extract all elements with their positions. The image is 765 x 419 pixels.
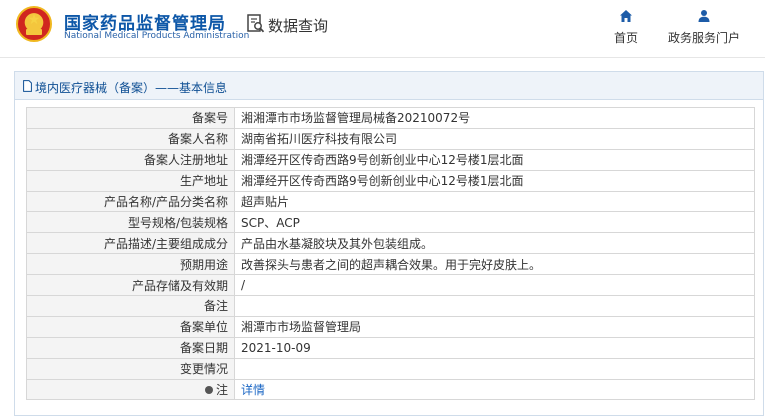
data-query-title: 数据查询 bbox=[268, 17, 329, 35]
note-pin-icon bbox=[204, 385, 213, 394]
field-label-production-address: 生产地址 bbox=[26, 169, 235, 192]
field-label-intended-use: 预期用途 bbox=[26, 253, 235, 276]
field-label-description: 产品描述/主要组成成分 bbox=[26, 232, 235, 255]
field-value-filing-authority: 湘潭市市场监督管理局 bbox=[234, 315, 755, 338]
field-value-record-no: 湘湘潭市市场监督管理局械备20210072号 bbox=[234, 107, 755, 129]
nav-gov-service-label: 政务服务门户 bbox=[667, 31, 740, 45]
site-title-en: National Medical Products Administration bbox=[64, 31, 250, 41]
document-icon bbox=[23, 80, 32, 92]
field-label-storage-validity: 产品存储及有效期 bbox=[26, 274, 235, 297]
table-row: 备案号 湘湘潭市市场监督管理局械备20210072号 bbox=[26, 107, 755, 129]
field-value-filer-name: 湖南省拓川医疗科技有限公司 bbox=[234, 127, 755, 150]
nav-gov-service-link[interactable]: 政务服务门户 bbox=[664, 8, 744, 46]
table-row: 备注 bbox=[26, 295, 755, 317]
field-value-filing-date: 2021-10-09 bbox=[234, 336, 755, 359]
field-label-record-no: 备案号 bbox=[26, 107, 235, 129]
table-row: 备案单位 湘潭市市场监督管理局 bbox=[26, 315, 755, 338]
field-label-change-status: 变更情况 bbox=[26, 357, 235, 380]
table-row: 变更情况 bbox=[26, 357, 755, 380]
field-label-remarks: 备注 bbox=[26, 295, 235, 317]
field-value-change-status bbox=[234, 357, 755, 380]
data-query-icon bbox=[247, 14, 265, 33]
field-value-product-name: 超声贴片 bbox=[234, 190, 755, 213]
table-row: 注 详情 bbox=[26, 378, 755, 401]
info-table: 备案号 湘湘潭市市场监督管理局械备20210072号 备案人名称 湖南省拓川医疗… bbox=[26, 107, 755, 401]
field-value-registered-address: 湘潭经开区传奇西路9号创新创业中心12号楼1层北面 bbox=[234, 148, 755, 171]
nav-home-link[interactable]: 首页 bbox=[608, 8, 644, 46]
table-row: 型号规格/包装规格 SCP、ACP bbox=[26, 211, 755, 234]
field-value-description: 产品由水基凝胶块及其外包装组成。 bbox=[234, 232, 755, 255]
national-emblem-logo: ★ bbox=[16, 6, 52, 42]
field-value-remarks bbox=[234, 295, 755, 317]
field-label-registered-address: 备案人注册地址 bbox=[26, 148, 235, 171]
site-header: ★ 国家药品监督管理局 National Medical Products Ad… bbox=[0, 0, 765, 58]
field-label-model-spec: 型号规格/包装规格 bbox=[26, 211, 235, 234]
table-row: 产品描述/主要组成成分 产品由水基凝胶块及其外包装组成。 bbox=[26, 232, 755, 255]
field-label-filer-name: 备案人名称 bbox=[26, 127, 235, 150]
nav-home-label: 首页 bbox=[613, 31, 638, 45]
table-row: 产品存储及有效期 / bbox=[26, 274, 755, 297]
panel-header: 境内医疗器械（备案）——基本信息 bbox=[15, 72, 763, 100]
note-label-text: 注 bbox=[215, 383, 228, 398]
field-label-filing-authority: 备案单位 bbox=[26, 315, 235, 338]
field-value-model-spec: SCP、ACP bbox=[234, 211, 755, 234]
table-row: 备案人名称 湖南省拓川医疗科技有限公司 bbox=[26, 127, 755, 150]
detail-panel: 境内医疗器械（备案）——基本信息 备案号 湘湘潭市市场监督管理局械备202100… bbox=[14, 71, 764, 416]
field-value-production-address: 湘潭经开区传奇西路9号创新创业中心12号楼1层北面 bbox=[234, 169, 755, 192]
field-label-filing-date: 备案日期 bbox=[26, 336, 235, 359]
field-value-note: 详情 bbox=[234, 378, 755, 401]
field-label-note: 注 bbox=[26, 378, 235, 401]
field-value-storage-validity: / bbox=[234, 274, 755, 297]
table-row: 备案人注册地址 湘潭经开区传奇西路9号创新创业中心12号楼1层北面 bbox=[26, 148, 755, 171]
breadcrumb: 境内医疗器械（备案）——基本信息 bbox=[35, 81, 228, 95]
user-icon bbox=[698, 10, 710, 22]
table-row: 预期用途 改善探头与患者之间的超声耦合效果。用于完好皮肤上。 bbox=[26, 253, 755, 276]
details-link[interactable]: 详情 bbox=[241, 383, 265, 397]
home-icon bbox=[620, 10, 632, 22]
table-row: 备案日期 2021-10-09 bbox=[26, 336, 755, 359]
field-label-product-name: 产品名称/产品分类名称 bbox=[26, 190, 235, 213]
field-value-intended-use: 改善探头与患者之间的超声耦合效果。用于完好皮肤上。 bbox=[234, 253, 755, 276]
table-row: 产品名称/产品分类名称 超声贴片 bbox=[26, 190, 755, 213]
table-row: 生产地址 湘潭经开区传奇西路9号创新创业中心12号楼1层北面 bbox=[26, 169, 755, 192]
